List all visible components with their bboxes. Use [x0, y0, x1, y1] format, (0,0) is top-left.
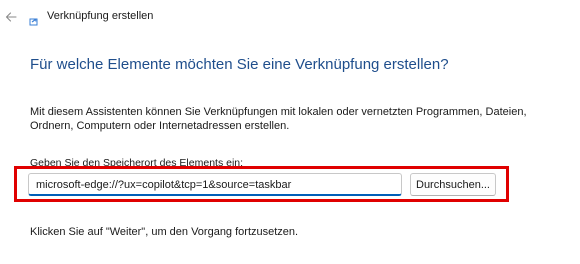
page-heading: Für welche Elemente möchten Sie eine Ver… — [30, 56, 449, 73]
browse-button[interactable]: Durchsuchen... — [410, 173, 496, 196]
continue-hint: Klicken Sie auf "Weiter", um den Vorgang… — [30, 226, 299, 238]
back-button[interactable] — [2, 8, 20, 26]
window-title: Verknüpfung erstellen — [47, 10, 154, 22]
location-input[interactable] — [28, 173, 402, 196]
arrow-left-icon — [5, 12, 17, 22]
title-bar: Verknüpfung erstellen — [0, 0, 580, 34]
shortcut-app-icon — [29, 13, 39, 26]
description-text: Mit diesem Assistenten können Sie Verknü… — [30, 106, 527, 132]
